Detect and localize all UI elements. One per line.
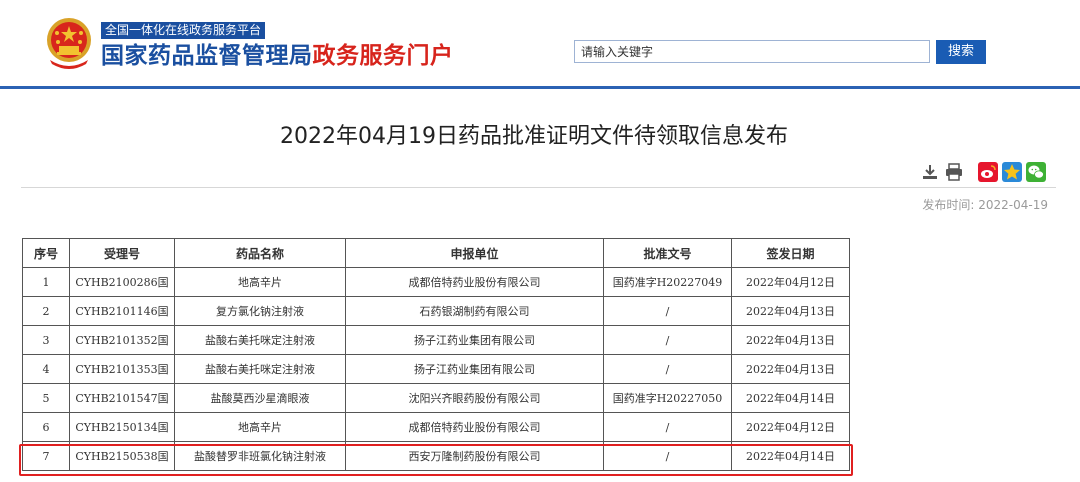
- header-approval-no: 批准文号: [603, 238, 732, 268]
- cell-applicant: 西安万隆制药股份有限公司: [345, 441, 604, 471]
- cell-issue-date: 2022年04月12日: [731, 267, 850, 297]
- brand-agency-name: 国家药品监督管理局: [101, 43, 313, 69]
- cell-approval-no: 国药准字H20227049: [603, 267, 732, 297]
- wechat-share-icon[interactable]: [1026, 162, 1046, 182]
- cell-acceptance-no: CYHB2101146国: [69, 296, 175, 326]
- header-divider: [0, 86, 1080, 89]
- weibo-share-icon[interactable]: [978, 162, 998, 182]
- brand-portal-name: 政务服务门户: [312, 43, 454, 69]
- cell-seq: 7: [22, 441, 70, 471]
- qzone-share-icon[interactable]: [1002, 162, 1022, 182]
- cell-drug-name: 盐酸莫西沙星滴眼液: [174, 383, 346, 413]
- table-row: 1 CYHB2100286国 地高辛片 成都倍特药业股份有限公司 国药准字H20…: [22, 267, 850, 297]
- header-applicant: 申报单位: [345, 238, 604, 268]
- site-header: 全国一体化在线政务服务平台 国家药品监督管理局政务服务门户 搜索: [0, 0, 1080, 89]
- cell-acceptance-no: CYHB2101353国: [69, 354, 175, 384]
- cell-issue-date: 2022年04月13日: [731, 354, 850, 384]
- cell-applicant: 沈阳兴齐眼药股份有限公司: [345, 383, 604, 413]
- page-title: 2022年04月19日药品批准证明文件待领取信息发布: [280, 124, 788, 149]
- cell-applicant: 石药银湖制药有限公司: [345, 296, 604, 326]
- cell-approval-no: /: [603, 296, 732, 326]
- cell-drug-name: 盐酸右美托咪定注射液: [174, 354, 346, 384]
- table-row: 3 CYHB2101352国 盐酸右美托咪定注射液 扬子江药业集团有限公司 / …: [22, 325, 850, 355]
- table-row: 5 CYHB2101547国 盐酸莫西沙星滴眼液 沈阳兴齐眼药股份有限公司 国药…: [22, 383, 850, 413]
- print-icon[interactable]: [944, 162, 964, 182]
- cell-seq: 6: [22, 412, 70, 442]
- publish-date: 发布时间: 2022-04-19: [922, 198, 1048, 212]
- cell-seq: 5: [22, 383, 70, 413]
- cell-seq: 2: [22, 296, 70, 326]
- cell-issue-date: 2022年04月13日: [731, 325, 850, 355]
- search-input[interactable]: [574, 40, 930, 63]
- cell-seq: 1: [22, 267, 70, 297]
- cell-approval-no: 国药准字H20227050: [603, 383, 732, 413]
- table-row: 6 CYHB2150134国 地高辛片 成都倍特药业股份有限公司 / 2022年…: [22, 412, 850, 442]
- cell-applicant: 扬子江药业集团有限公司: [345, 325, 604, 355]
- cell-seq: 3: [22, 325, 70, 355]
- cell-drug-name: 地高辛片: [174, 412, 346, 442]
- header-seq: 序号: [22, 238, 70, 268]
- cell-drug-name: 复方氯化钠注射液: [174, 296, 346, 326]
- table-row-highlighted: 7 CYHB2150538国 盐酸替罗非班氯化钠注射液 西安万隆制药股份有限公司…: [22, 441, 850, 471]
- cell-issue-date: 2022年04月13日: [731, 296, 850, 326]
- cell-applicant: 成都倍特药业股份有限公司: [345, 267, 604, 297]
- cell-issue-date: 2022年04月12日: [731, 412, 850, 442]
- cell-drug-name: 地高辛片: [174, 267, 346, 297]
- cell-acceptance-no: CYHB2150538国: [69, 441, 175, 471]
- cell-acceptance-no: CYHB2150134国: [69, 412, 175, 442]
- cell-approval-no: /: [603, 412, 732, 442]
- header-drug-name: 药品名称: [174, 238, 346, 268]
- cell-acceptance-no: CYHB2100286国: [69, 267, 175, 297]
- table-row: 4 CYHB2101353国 盐酸右美托咪定注射液 扬子江药业集团有限公司 / …: [22, 354, 850, 384]
- table-row: 2 CYHB2101146国 复方氯化钠注射液 石药银湖制药有限公司 / 202…: [22, 296, 850, 326]
- license-pickup-table: 序号 受理号 药品名称 申报单位 批准文号 签发日期 1 CYHB2100286…: [22, 238, 850, 471]
- header-issue-date: 签发日期: [731, 238, 850, 268]
- platform-tagline: 全国一体化在线政务服务平台: [101, 22, 266, 39]
- search-button[interactable]: 搜索: [936, 40, 986, 64]
- cell-issue-date: 2022年04月14日: [731, 383, 850, 413]
- cell-approval-no: /: [603, 325, 732, 355]
- cell-applicant: 成都倍特药业股份有限公司: [345, 412, 604, 442]
- cell-approval-no: /: [603, 354, 732, 384]
- cell-issue-date: 2022年04月14日: [731, 441, 850, 471]
- cell-acceptance-no: CYHB2101352国: [69, 325, 175, 355]
- title-divider: [21, 187, 1056, 188]
- cell-applicant: 扬子江药业集团有限公司: [345, 354, 604, 384]
- cell-drug-name: 盐酸替罗非班氯化钠注射液: [174, 441, 346, 471]
- cell-approval-no: /: [603, 441, 732, 471]
- download-icon[interactable]: [920, 162, 940, 182]
- header-acceptance-no: 受理号: [69, 238, 175, 268]
- cell-drug-name: 盐酸右美托咪定注射液: [174, 325, 346, 355]
- cell-acceptance-no: CYHB2101547国: [69, 383, 175, 413]
- site-brand[interactable]: 国家药品监督管理局政务服务门户: [101, 41, 454, 71]
- cell-seq: 4: [22, 354, 70, 384]
- table-header-row: 序号 受理号 药品名称 申报单位 批准文号 签发日期: [22, 238, 850, 268]
- national-emblem-icon[interactable]: [44, 16, 94, 70]
